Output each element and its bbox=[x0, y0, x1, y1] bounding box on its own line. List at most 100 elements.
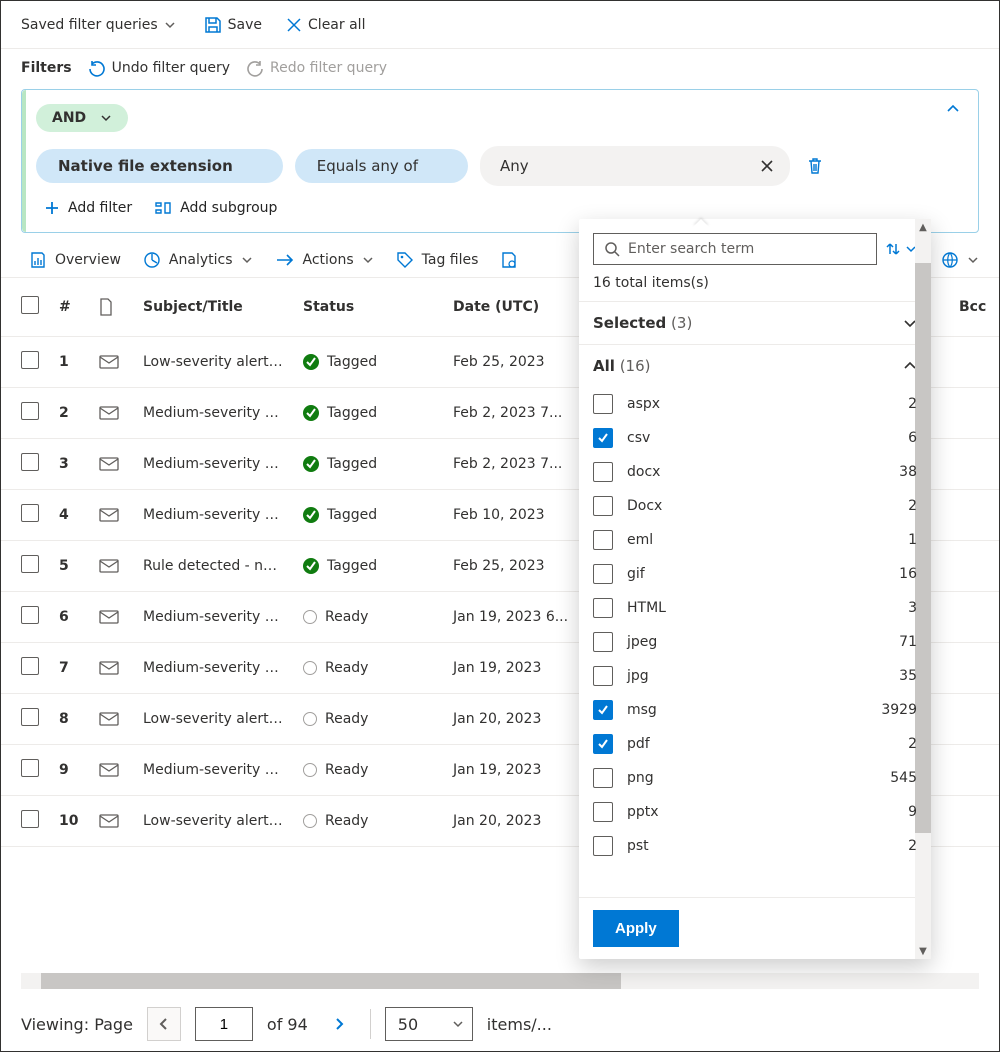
filter-value-pill[interactable]: Any bbox=[480, 146, 790, 186]
dropdown-option[interactable]: csv6 bbox=[579, 421, 931, 455]
dropdown-option[interactable]: pst2 bbox=[579, 829, 931, 863]
undo-filter-button[interactable]: Undo filter query bbox=[88, 59, 230, 77]
chevron-right-icon bbox=[333, 1017, 345, 1031]
column-header-type[interactable] bbox=[89, 278, 133, 337]
status-ok-icon bbox=[303, 405, 319, 421]
row-index: 2 bbox=[49, 388, 89, 439]
option-checkbox[interactable] bbox=[593, 768, 613, 788]
dropdown-search-input[interactable]: Enter search term bbox=[593, 233, 877, 265]
tab-overview[interactable]: Overview bbox=[29, 251, 121, 269]
prev-page-button[interactable] bbox=[147, 1007, 181, 1041]
apply-button[interactable]: Apply bbox=[593, 910, 679, 947]
status-label: Ready bbox=[325, 660, 368, 676]
column-header-subject[interactable]: Subject/Title bbox=[133, 278, 293, 337]
row-index: 9 bbox=[49, 745, 89, 796]
saved-filter-queries-dropdown[interactable]: Saved filter queries bbox=[21, 17, 176, 33]
page-input[interactable] bbox=[195, 1007, 253, 1041]
dropdown-option[interactable]: pdf2 bbox=[579, 727, 931, 761]
dropdown-option[interactable]: jpg35 bbox=[579, 659, 931, 693]
row-index: 6 bbox=[49, 592, 89, 643]
collapse-builder-button[interactable] bbox=[946, 102, 960, 116]
option-checkbox[interactable] bbox=[593, 394, 613, 414]
row-checkbox[interactable] bbox=[21, 810, 39, 828]
dropdown-option[interactable]: docx38 bbox=[579, 455, 931, 489]
option-checkbox[interactable] bbox=[593, 700, 613, 720]
option-checkbox[interactable] bbox=[593, 734, 613, 754]
option-checkbox[interactable] bbox=[593, 462, 613, 482]
save-button[interactable]: Save bbox=[204, 16, 262, 34]
option-checkbox[interactable] bbox=[593, 428, 613, 448]
option-checkbox[interactable] bbox=[593, 496, 613, 516]
row-status: Ready bbox=[293, 796, 443, 847]
clear-all-button[interactable]: Clear all bbox=[286, 17, 365, 33]
chevron-down-icon bbox=[164, 19, 176, 31]
dropdown-option[interactable]: pptx9 bbox=[579, 795, 931, 829]
dropdown-option[interactable]: jpeg71 bbox=[579, 625, 931, 659]
plus-icon bbox=[44, 200, 60, 216]
row-subject: Medium-severity al... bbox=[133, 439, 293, 490]
option-count: 3929 bbox=[881, 702, 917, 718]
option-checkbox[interactable] bbox=[593, 564, 613, 584]
option-checkbox[interactable] bbox=[593, 802, 613, 822]
all-section-toggle[interactable]: All (16) bbox=[579, 345, 931, 387]
row-checkbox[interactable] bbox=[21, 657, 39, 675]
row-checkbox[interactable] bbox=[21, 555, 39, 573]
row-checkbox[interactable] bbox=[21, 708, 39, 726]
row-checkbox[interactable] bbox=[21, 504, 39, 522]
filter-comparator-pill[interactable]: Equals any of bbox=[295, 149, 468, 183]
option-checkbox[interactable] bbox=[593, 666, 613, 686]
scroll-up-arrow[interactable]: ▲ bbox=[915, 219, 931, 235]
dropdown-option[interactable]: Docx2 bbox=[579, 489, 931, 523]
option-checkbox[interactable] bbox=[593, 632, 613, 652]
row-checkbox[interactable] bbox=[21, 606, 39, 624]
page-size-select[interactable]: 50 bbox=[385, 1007, 473, 1041]
dropdown-option[interactable]: gif16 bbox=[579, 557, 931, 591]
document-gear-icon bbox=[500, 251, 518, 269]
redo-filter-button: Redo filter query bbox=[246, 59, 387, 77]
dropdown-option[interactable]: msg3929 bbox=[579, 693, 931, 727]
row-subject: Medium-severity al... bbox=[133, 490, 293, 541]
option-checkbox[interactable] bbox=[593, 530, 613, 550]
row-checkbox[interactable] bbox=[21, 402, 39, 420]
option-label: gif bbox=[627, 566, 645, 582]
option-checkbox[interactable] bbox=[593, 836, 613, 856]
column-header-status[interactable]: Status bbox=[293, 278, 443, 337]
operator-pill[interactable]: AND bbox=[36, 104, 128, 132]
dropdown-option[interactable]: HTML3 bbox=[579, 591, 931, 625]
tab-more[interactable] bbox=[500, 251, 518, 269]
dropdown-option[interactable]: aspx2 bbox=[579, 387, 931, 421]
tag-files-label: Tag files bbox=[422, 252, 479, 268]
selected-section-toggle[interactable]: Selected (3) bbox=[579, 302, 931, 345]
option-label: jpg bbox=[627, 668, 649, 684]
globe-button[interactable] bbox=[941, 251, 979, 269]
mail-icon bbox=[89, 439, 133, 490]
scrollbar-thumb[interactable] bbox=[41, 973, 621, 989]
status-ready-icon bbox=[303, 610, 317, 624]
column-header-bcc[interactable]: Bcc bbox=[949, 278, 999, 337]
row-checkbox[interactable] bbox=[21, 759, 39, 777]
option-count: 545 bbox=[890, 770, 917, 786]
add-filter-button[interactable]: Add filter bbox=[44, 200, 132, 216]
horizontal-scrollbar[interactable] bbox=[21, 973, 979, 989]
select-all-checkbox[interactable] bbox=[21, 296, 39, 314]
tab-analytics[interactable]: Analytics bbox=[143, 251, 253, 269]
row-status: Ready bbox=[293, 694, 443, 745]
delete-condition-button[interactable] bbox=[806, 157, 824, 175]
clear-value-button[interactable] bbox=[754, 153, 780, 179]
option-count: 3 bbox=[908, 600, 917, 616]
add-subgroup-button[interactable]: Add subgroup bbox=[154, 200, 277, 216]
dropdown-option[interactable]: png545 bbox=[579, 761, 931, 795]
page-total-label: of 94 bbox=[267, 1015, 308, 1034]
tab-tag-files[interactable]: Tag files bbox=[396, 251, 479, 269]
filter-field-pill[interactable]: Native file extension bbox=[36, 149, 283, 183]
actions-icon bbox=[275, 252, 295, 268]
option-checkbox[interactable] bbox=[593, 598, 613, 618]
scroll-down-arrow[interactable]: ▼ bbox=[915, 943, 931, 959]
tab-actions[interactable]: Actions bbox=[275, 252, 374, 268]
row-checkbox[interactable] bbox=[21, 351, 39, 369]
next-page-button[interactable] bbox=[322, 1007, 356, 1041]
sort-button[interactable] bbox=[885, 241, 917, 257]
column-header-index[interactable]: # bbox=[49, 278, 89, 337]
row-checkbox[interactable] bbox=[21, 453, 39, 471]
dropdown-option[interactable]: eml1 bbox=[579, 523, 931, 557]
